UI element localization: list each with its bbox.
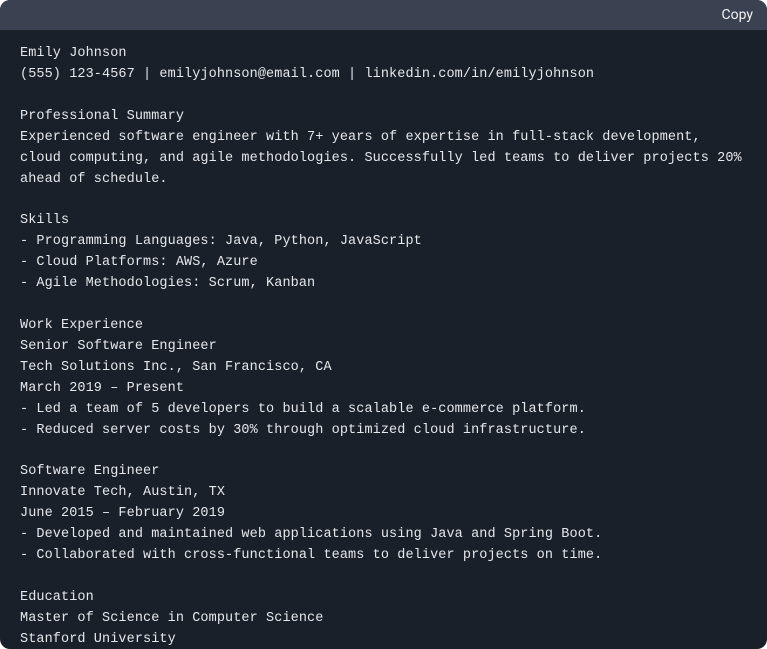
- skills-heading: Skills: [20, 213, 69, 228]
- job-company: Innovate Tech, Austin, TX: [20, 485, 225, 500]
- job-bullet: - Reduced server costs by 30% through op…: [20, 423, 586, 438]
- resume-contact: (555) 123-4567 | emilyjohnson@email.com …: [20, 67, 594, 82]
- job-bullet: - Developed and maintained web applicati…: [20, 527, 602, 542]
- job-bullet: - Collaborated with cross-functional tea…: [20, 548, 602, 563]
- summary-heading: Professional Summary: [20, 109, 184, 124]
- copy-button[interactable]: Copy: [721, 5, 753, 25]
- education-degree: Master of Science in Computer Science: [20, 611, 323, 626]
- summary-body: Experienced software engineer with 7+ ye…: [20, 130, 750, 187]
- education-heading: Education: [20, 590, 94, 605]
- job-title: Senior Software Engineer: [20, 339, 217, 354]
- job-bullet: - Led a team of 5 developers to build a …: [20, 402, 586, 417]
- job-dates: June 2015 – February 2019: [20, 506, 225, 521]
- job-company: Tech Solutions Inc., San Francisco, CA: [20, 360, 332, 375]
- code-block-container: Copy Emily Johnson (555) 123-4567 | emil…: [0, 0, 767, 649]
- code-block-header: Copy: [0, 0, 767, 30]
- resume-text-body: Emily Johnson (555) 123-4567 | emilyjohn…: [0, 30, 767, 649]
- job-dates: March 2019 – Present: [20, 381, 184, 396]
- education-school: Stanford University: [20, 632, 176, 647]
- skill-item: - Programming Languages: Java, Python, J…: [20, 234, 422, 249]
- work-heading: Work Experience: [20, 318, 143, 333]
- skill-item: - Agile Methodologies: Scrum, Kanban: [20, 276, 315, 291]
- skill-item: - Cloud Platforms: AWS, Azure: [20, 255, 258, 270]
- resume-name: Emily Johnson: [20, 46, 127, 61]
- job-title: Software Engineer: [20, 464, 159, 479]
